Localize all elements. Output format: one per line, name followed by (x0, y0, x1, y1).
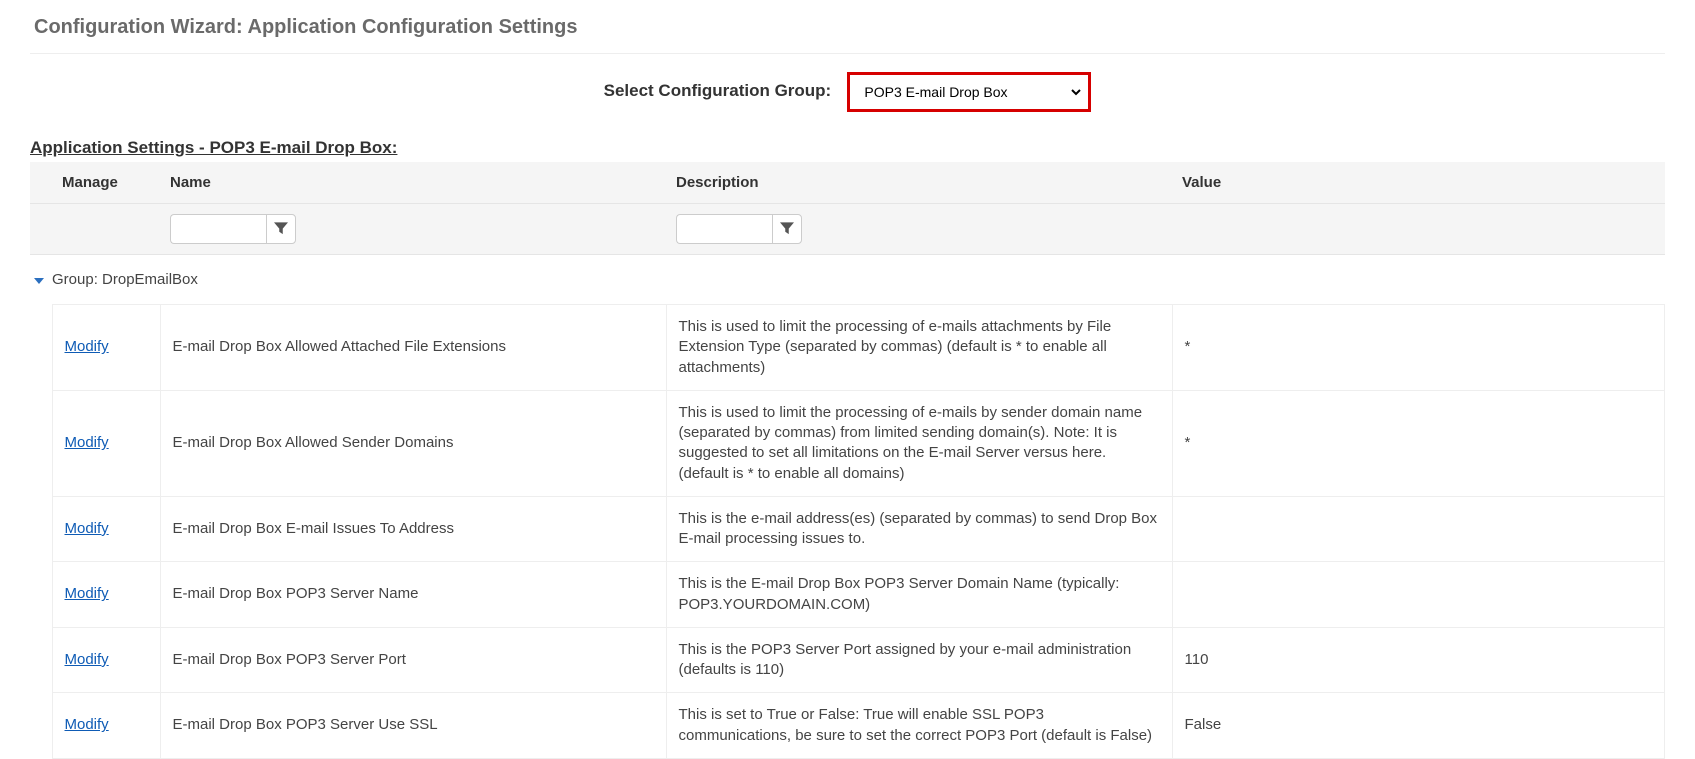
cell-value (1172, 496, 1665, 562)
cell-value: * (1172, 390, 1665, 496)
filter-row (30, 204, 1665, 255)
header-name[interactable]: Name (160, 162, 666, 204)
modify-link[interactable]: Modify (65, 434, 109, 451)
table-row: Modify E-mail Drop Box POP3 Server Use SS… (30, 693, 1665, 759)
modify-link[interactable]: Modify (65, 651, 109, 668)
modify-link[interactable]: Modify (65, 716, 109, 733)
header-expand (30, 162, 52, 204)
config-group-highlight: POP3 E-mail Drop Box (847, 72, 1091, 112)
table-row: Modify E-mail Drop Box E-mail Issues To A… (30, 496, 1665, 562)
divider (30, 53, 1665, 54)
cell-value: 110 (1172, 627, 1665, 693)
table-row: Modify E-mail Drop Box POP3 Server PortTh… (30, 627, 1665, 693)
caret-down-icon[interactable] (34, 278, 44, 284)
cell-name: E-mail Drop Box POP3 Server Use SSL (160, 693, 666, 759)
cell-value: * (1172, 305, 1665, 391)
cell-manage: Modify (52, 305, 160, 391)
cell-description: This is used to limit the processing of … (666, 390, 1172, 496)
cell-manage: Modify (52, 562, 160, 628)
header-value[interactable]: Value (1172, 162, 1665, 204)
cell-description: This is the POP3 Server Port assigned by… (666, 627, 1172, 693)
cell-manage: Modify (52, 627, 160, 693)
header-description[interactable]: Description (666, 162, 1172, 204)
modify-link[interactable]: Modify (65, 338, 109, 355)
row-indent (30, 562, 52, 628)
settings-table: Manage Name Description Value (30, 162, 1665, 759)
cell-value: False (1172, 693, 1665, 759)
config-group-select[interactable]: POP3 E-mail Drop Box (854, 79, 1084, 105)
cell-name: E-mail Drop Box Allowed Sender Domains (160, 390, 666, 496)
row-indent (30, 496, 52, 562)
row-indent (30, 305, 52, 391)
table-row: Modify E-mail Drop Box POP3 Server NameTh… (30, 562, 1665, 628)
cell-description: This is set to True or False: True will … (666, 693, 1172, 759)
description-filter-input[interactable] (676, 214, 772, 244)
cell-manage: Modify (52, 496, 160, 562)
modify-link[interactable]: Modify (65, 585, 109, 602)
cell-manage: Modify (52, 390, 160, 496)
cell-name: E-mail Drop Box Allowed Attached File Ex… (160, 305, 666, 391)
table-row: Modify E-mail Drop Box Allowed Attached F… (30, 305, 1665, 391)
cell-name: E-mail Drop Box E-mail Issues To Address (160, 496, 666, 562)
cell-description: This is the E-mail Drop Box POP3 Server … (666, 562, 1172, 628)
description-filter-button[interactable] (772, 214, 802, 244)
filter-icon (274, 221, 288, 238)
filter-icon (780, 221, 794, 238)
config-group-label: Select Configuration Group: (604, 81, 832, 100)
group-row[interactable]: Group: DropEmailBox (30, 255, 1665, 305)
cell-description: This is the e-mail address(es) (separate… (666, 496, 1172, 562)
cell-manage: Modify (52, 693, 160, 759)
name-filter-input[interactable] (170, 214, 266, 244)
page-title: Configuration Wizard: Application Config… (30, 10, 1665, 53)
modify-link[interactable]: Modify (65, 520, 109, 537)
header-manage[interactable]: Manage (52, 162, 160, 204)
name-filter-button[interactable] (266, 214, 296, 244)
cell-name: E-mail Drop Box POP3 Server Port (160, 627, 666, 693)
section-title: Application Settings - POP3 E-mail Drop … (30, 138, 1665, 158)
group-label: Group: DropEmailBox (52, 255, 1665, 305)
cell-value (1172, 562, 1665, 628)
row-indent (30, 627, 52, 693)
table-row: Modify E-mail Drop Box Allowed Sender Dom… (30, 390, 1665, 496)
row-indent (30, 390, 52, 496)
cell-description: This is used to limit the processing of … (666, 305, 1172, 391)
table-header-row: Manage Name Description Value (30, 162, 1665, 204)
row-indent (30, 693, 52, 759)
cell-name: E-mail Drop Box POP3 Server Name (160, 562, 666, 628)
